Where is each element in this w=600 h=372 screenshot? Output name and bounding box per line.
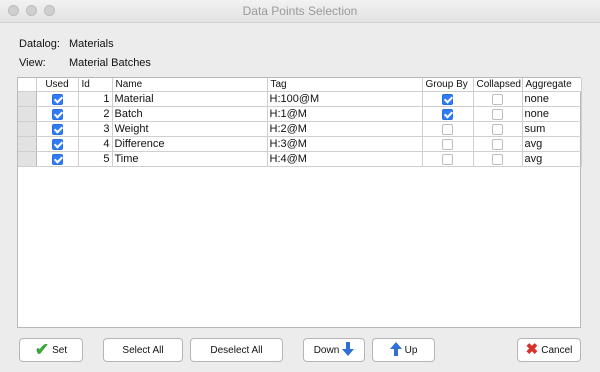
used-checkbox[interactable] xyxy=(51,153,63,165)
collapsed-cell[interactable] xyxy=(473,121,523,137)
name-cell[interactable]: Difference xyxy=(112,136,268,152)
used-cell[interactable] xyxy=(36,151,79,167)
tag-cell[interactable]: H:3@M xyxy=(267,136,423,152)
datalog-value: Materials xyxy=(69,38,114,50)
table-header: Used Id Name Tag Group By Collapsed Aggr… xyxy=(18,78,582,92)
view-label: View: xyxy=(19,57,46,69)
group-by-cell[interactable] xyxy=(422,121,474,137)
collapsed-checkbox[interactable] xyxy=(492,108,503,120)
set-button-label: Set xyxy=(52,344,68,356)
id-cell: 1 xyxy=(78,91,113,107)
aggregate-cell[interactable]: avg xyxy=(522,151,582,167)
group-by-cell[interactable] xyxy=(422,91,474,107)
down-button[interactable]: Down xyxy=(303,338,365,362)
row-header[interactable] xyxy=(18,151,37,167)
name-cell[interactable]: Material xyxy=(112,91,268,107)
title-bar: Data Points Selection xyxy=(0,0,600,23)
used-checkbox[interactable] xyxy=(51,93,63,105)
group-by-checkbox[interactable] xyxy=(442,153,453,165)
column-header-aggregate[interactable]: Aggregate xyxy=(522,78,582,92)
collapsed-cell[interactable] xyxy=(473,106,523,122)
table-row[interactable]: 1 Material H:100@M none xyxy=(18,91,582,107)
select-all-button-label: Select All xyxy=(122,344,164,356)
aggregate-cell[interactable]: sum xyxy=(522,121,582,137)
group-by-cell[interactable] xyxy=(422,151,474,167)
table-row[interactable]: 5 Time H:4@M avg xyxy=(18,151,582,167)
down-button-label: Down xyxy=(313,344,340,356)
datalog-label: Datalog: xyxy=(19,38,60,50)
group-by-cell[interactable] xyxy=(422,106,474,122)
tag-cell[interactable]: H:1@M xyxy=(267,106,423,122)
name-cell[interactable]: Batch xyxy=(112,106,268,122)
column-header-collapsed[interactable]: Collapsed xyxy=(473,78,523,92)
deselect-all-button[interactable]: Deselect All xyxy=(190,338,283,362)
id-cell: 5 xyxy=(78,151,113,167)
column-header-name[interactable]: Name xyxy=(112,78,268,92)
x-icon: ✖ xyxy=(525,341,539,358)
used-cell[interactable] xyxy=(36,106,79,122)
aggregate-cell[interactable]: none xyxy=(522,106,582,122)
arrow-down-icon xyxy=(342,342,355,358)
used-checkbox[interactable] xyxy=(51,138,63,150)
row-header[interactable] xyxy=(18,91,37,107)
group-by-checkbox[interactable] xyxy=(442,108,453,120)
table-row[interactable]: 4 Difference H:3@M avg xyxy=(18,136,582,152)
cancel-button-label: Cancel xyxy=(541,344,573,356)
column-header-id[interactable]: Id xyxy=(78,78,113,92)
used-checkbox[interactable] xyxy=(51,123,63,135)
table-row[interactable]: 3 Weight H:2@M sum xyxy=(18,121,582,137)
name-cell[interactable]: Time xyxy=(112,151,268,167)
group-by-cell[interactable] xyxy=(422,136,474,152)
select-all-button[interactable]: Select All xyxy=(103,338,183,362)
tag-cell[interactable]: H:2@M xyxy=(267,121,423,137)
table-body: 1 Material H:100@M none 2 Batch H:1@M none 3 Weig… xyxy=(18,91,582,167)
collapsed-checkbox[interactable] xyxy=(492,93,503,105)
data-points-table: Used Id Name Tag Group By Collapsed Aggr… xyxy=(17,77,582,328)
collapsed-cell[interactable] xyxy=(473,91,523,107)
used-cell[interactable] xyxy=(36,91,79,107)
column-header-used[interactable]: Used xyxy=(36,78,79,92)
collapsed-checkbox[interactable] xyxy=(492,123,503,135)
table-row[interactable]: 2 Batch H:1@M none xyxy=(18,106,582,122)
set-button[interactable]: ✔ Set xyxy=(19,338,83,362)
name-cell[interactable]: Weight xyxy=(112,121,268,137)
group-by-checkbox[interactable] xyxy=(442,93,453,105)
used-checkbox[interactable] xyxy=(51,108,63,120)
collapsed-checkbox[interactable] xyxy=(492,138,503,150)
collapsed-checkbox[interactable] xyxy=(492,153,503,165)
window-title: Data Points Selection xyxy=(242,4,358,18)
column-header-group-by[interactable]: Group By xyxy=(422,78,474,92)
view-info: View: Material Batches xyxy=(19,57,151,69)
checkmark-icon: ✔ xyxy=(34,340,50,359)
collapsed-cell[interactable] xyxy=(473,151,523,167)
row-header[interactable] xyxy=(18,106,37,122)
id-cell: 4 xyxy=(78,136,113,152)
datalog-info: Datalog: Materials xyxy=(19,38,114,50)
row-header-corner xyxy=(18,78,37,92)
used-cell[interactable] xyxy=(36,121,79,137)
row-header[interactable] xyxy=(18,136,37,152)
up-button[interactable]: Up xyxy=(372,338,435,362)
deselect-all-button-label: Deselect All xyxy=(210,344,263,356)
view-value: Material Batches xyxy=(69,57,151,69)
id-cell: 2 xyxy=(78,106,113,122)
cancel-button[interactable]: ✖ Cancel xyxy=(517,338,581,362)
tag-cell[interactable]: H:4@M xyxy=(267,151,423,167)
collapsed-cell[interactable] xyxy=(473,136,523,152)
row-header[interactable] xyxy=(18,121,37,137)
aggregate-cell[interactable]: none xyxy=(522,91,582,107)
used-cell[interactable] xyxy=(36,136,79,152)
id-cell: 3 xyxy=(78,121,113,137)
column-header-tag[interactable]: Tag xyxy=(267,78,423,92)
group-by-checkbox[interactable] xyxy=(442,123,453,135)
group-by-checkbox[interactable] xyxy=(442,138,453,150)
arrow-up-icon xyxy=(389,342,402,358)
up-button-label: Up xyxy=(404,344,418,356)
tag-cell[interactable]: H:100@M xyxy=(267,91,423,107)
aggregate-cell[interactable]: avg xyxy=(522,136,582,152)
